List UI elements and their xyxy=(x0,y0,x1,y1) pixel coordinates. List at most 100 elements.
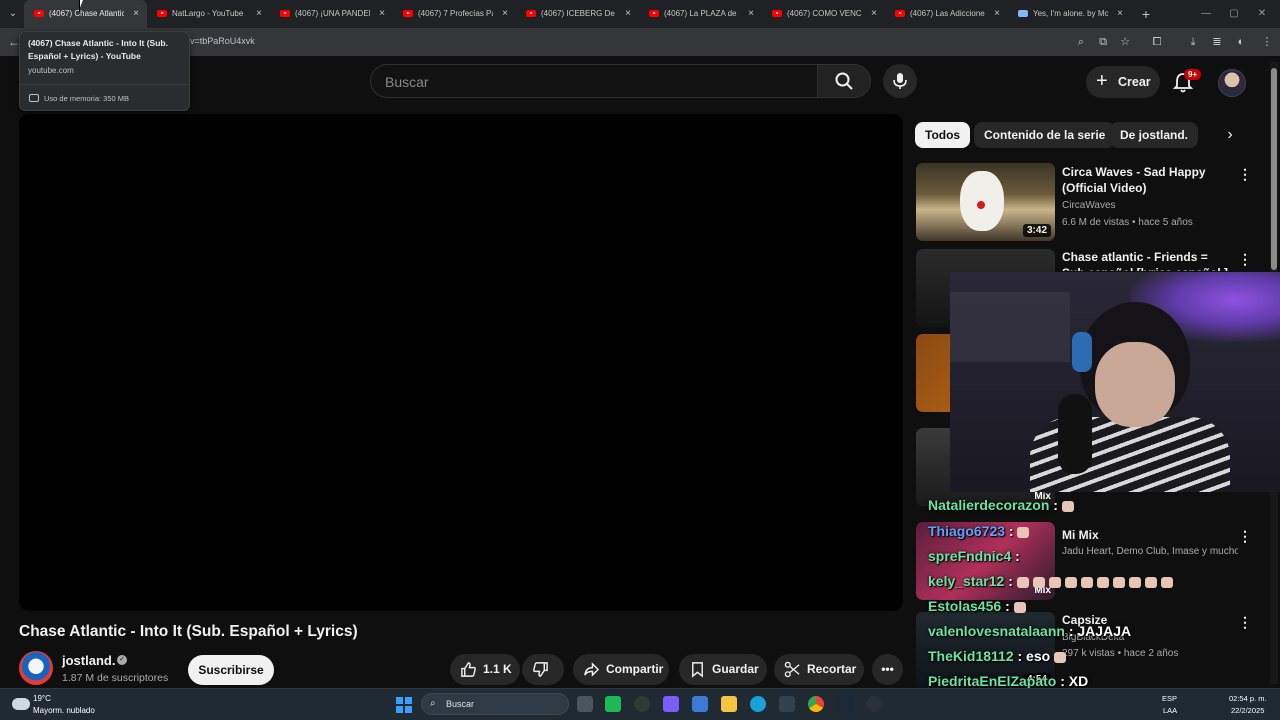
more-actions-button[interactable]: ••• xyxy=(872,654,903,685)
save-button[interactable]: Guardar xyxy=(679,654,767,685)
tab-close-icon[interactable]: × xyxy=(379,0,385,28)
clock-date[interactable]: 22/2/2025 xyxy=(1231,706,1264,715)
background-shelf xyxy=(950,292,1070,362)
install-app-icon[interactable]: ⧉ xyxy=(1094,33,1112,51)
related-menu-icon[interactable]: ⋮ xyxy=(1238,166,1252,182)
share-button[interactable]: Compartir xyxy=(573,654,669,685)
tab-close-icon[interactable]: × xyxy=(1117,0,1123,28)
minimize-icon[interactable]: — xyxy=(1196,5,1216,23)
browser-tab-2[interactable]: NatLargo - YouTube × xyxy=(147,0,270,28)
search-button[interactable] xyxy=(817,64,871,98)
browser-tab-5[interactable]: (4067) ICEBERG De C × xyxy=(516,0,639,28)
browser-tab-6[interactable]: (4067) La PLAZA de l × xyxy=(639,0,762,28)
clock-time[interactable]: 02:54 p. m. xyxy=(1229,694,1267,703)
chip-series[interactable]: Contenido de la serie xyxy=(974,122,1116,148)
tab-close-icon[interactable]: × xyxy=(133,0,139,28)
channel-name[interactable]: jostland. xyxy=(62,653,115,668)
weather-description[interactable]: Mayorm. nublado xyxy=(33,706,95,715)
create-button[interactable]: + Crear xyxy=(1086,66,1160,98)
chrome-icon[interactable] xyxy=(808,696,824,712)
bookmark-star-icon[interactable]: ☆ xyxy=(1116,33,1134,51)
input-language[interactable]: ESP xyxy=(1162,694,1177,703)
zoom-icon[interactable]: ⌕ xyxy=(1072,33,1090,51)
search-input[interactable]: Buscar xyxy=(370,64,818,98)
browser-tab-4[interactable]: (4067) 7 Profecías Pa × xyxy=(393,0,516,28)
browser-menu-icon[interactable]: ⋮ xyxy=(1258,33,1276,51)
video-player[interactable] xyxy=(19,114,903,611)
steam-icon[interactable] xyxy=(837,696,853,712)
related-title-mix[interactable]: Mi Mix xyxy=(1062,527,1230,543)
obs-icon[interactable] xyxy=(866,696,882,712)
related-title-1[interactable]: Circa Waves - Sad Happy (Official Video) xyxy=(1062,164,1230,196)
related-title-2[interactable]: Chase atlantic - Friends = Sub español [… xyxy=(1062,249,1230,271)
windows-start-icon[interactable] xyxy=(396,697,412,713)
tab-title: (4067) 7 Profecías Pa xyxy=(418,9,493,18)
chip-channel[interactable]: De jostland. xyxy=(1110,122,1199,148)
related-menu-icon[interactable]: ⋮ xyxy=(1238,528,1252,544)
tab-title: Yes, I'm alone. by Mo xyxy=(1033,9,1108,18)
youtube-favicon-icon xyxy=(772,10,782,17)
tab-search-chevron-icon[interactable]: ⌄ xyxy=(4,5,22,23)
maximize-icon[interactable]: ▢ xyxy=(1224,5,1244,23)
window-close-icon[interactable]: ✕ xyxy=(1252,5,1272,23)
input-layout[interactable]: LAA xyxy=(1163,706,1177,715)
chat-username: PiedritaEnElZapato xyxy=(928,673,1057,689)
taskbar-search[interactable]: ⌕ Buscar xyxy=(421,693,569,715)
url-text[interactable]: v=tbPaRoU4xvk xyxy=(190,36,255,46)
emote-icon xyxy=(1054,651,1067,663)
clip-button[interactable]: Recortar xyxy=(774,654,864,685)
chevron-right-icon[interactable]: › xyxy=(1220,125,1240,145)
browser-tab-7[interactable]: (4067) COMO VENCE × xyxy=(762,0,885,28)
channel-avatar[interactable] xyxy=(19,651,53,685)
task-view-icon[interactable] xyxy=(577,696,593,712)
chat-text: : XD xyxy=(1060,673,1089,689)
bookmark-icon xyxy=(692,662,703,678)
store-icon[interactable] xyxy=(692,696,708,712)
chip-todos[interactable]: Todos xyxy=(915,122,971,148)
browser-tab-9[interactable]: Yes, I'm alone. by Mo × xyxy=(1008,0,1131,28)
tab-close-icon[interactable]: × xyxy=(748,0,754,28)
tab-close-icon[interactable]: × xyxy=(871,0,877,28)
tab-hover-card: (4067) Chase Atlantic - Into It (Sub. Es… xyxy=(19,31,190,111)
related-menu-icon[interactable]: ⋮ xyxy=(1238,251,1252,267)
page-scrollbar-thumb[interactable] xyxy=(1271,68,1277,270)
copilot-icon[interactable] xyxy=(663,696,679,712)
tab-close-icon[interactable]: × xyxy=(502,0,508,28)
hover-card-divider xyxy=(20,84,189,85)
dislike-button[interactable] xyxy=(522,654,564,685)
file-explorer-icon[interactable] xyxy=(721,696,737,712)
weather-temperature[interactable]: 19°C xyxy=(33,694,51,703)
emote-icon xyxy=(1080,576,1093,588)
tab-close-icon[interactable]: × xyxy=(994,0,1000,28)
profile-icon[interactable]: ◐ xyxy=(1232,33,1250,51)
like-button[interactable]: 1.1 K xyxy=(450,654,520,685)
related-menu-icon[interactable]: ⋮ xyxy=(1238,614,1252,630)
related-channel-1[interactable]: CircaWaves xyxy=(1062,200,1116,211)
browser-tab-3[interactable]: (4067) ¡UNA PANDEMIA × xyxy=(270,0,393,28)
account-avatar[interactable] xyxy=(1218,69,1246,97)
related-thumbnail-1[interactable]: 3:42 xyxy=(916,163,1055,241)
new-tab-plus-icon[interactable]: + xyxy=(1136,4,1156,24)
cloud-icon[interactable] xyxy=(12,698,30,710)
media-control-icon[interactable]: ≣ xyxy=(1208,33,1226,51)
thumbs-down-icon xyxy=(533,662,548,677)
edge-icon[interactable] xyxy=(750,696,766,712)
extensions-puzzle-icon[interactable]: ⧠ xyxy=(1148,33,1166,51)
youtube-favicon-icon xyxy=(526,10,536,17)
download-icon[interactable]: ⤓ xyxy=(1184,33,1202,51)
app-x-icon[interactable] xyxy=(779,696,795,712)
app-xbox-icon[interactable] xyxy=(634,696,650,712)
tab-close-icon[interactable]: × xyxy=(256,0,262,28)
app-green-icon[interactable] xyxy=(605,696,621,712)
browser-tab-8[interactable]: (4067) Las Adicciones × xyxy=(885,0,1008,28)
chat-text: : xyxy=(1008,573,1013,589)
emote-icon xyxy=(1128,576,1141,588)
microphone-stand xyxy=(1058,394,1092,474)
subscribe-button[interactable]: Suscribirse xyxy=(188,655,274,685)
voice-search-button[interactable] xyxy=(883,64,917,98)
emote-icon xyxy=(1013,601,1026,613)
face xyxy=(1095,342,1175,427)
tab-close-icon[interactable]: × xyxy=(625,0,631,28)
like-count: 1.1 K xyxy=(483,662,512,676)
chat-message: PiedritaEnElZapato : XD xyxy=(928,673,1088,689)
